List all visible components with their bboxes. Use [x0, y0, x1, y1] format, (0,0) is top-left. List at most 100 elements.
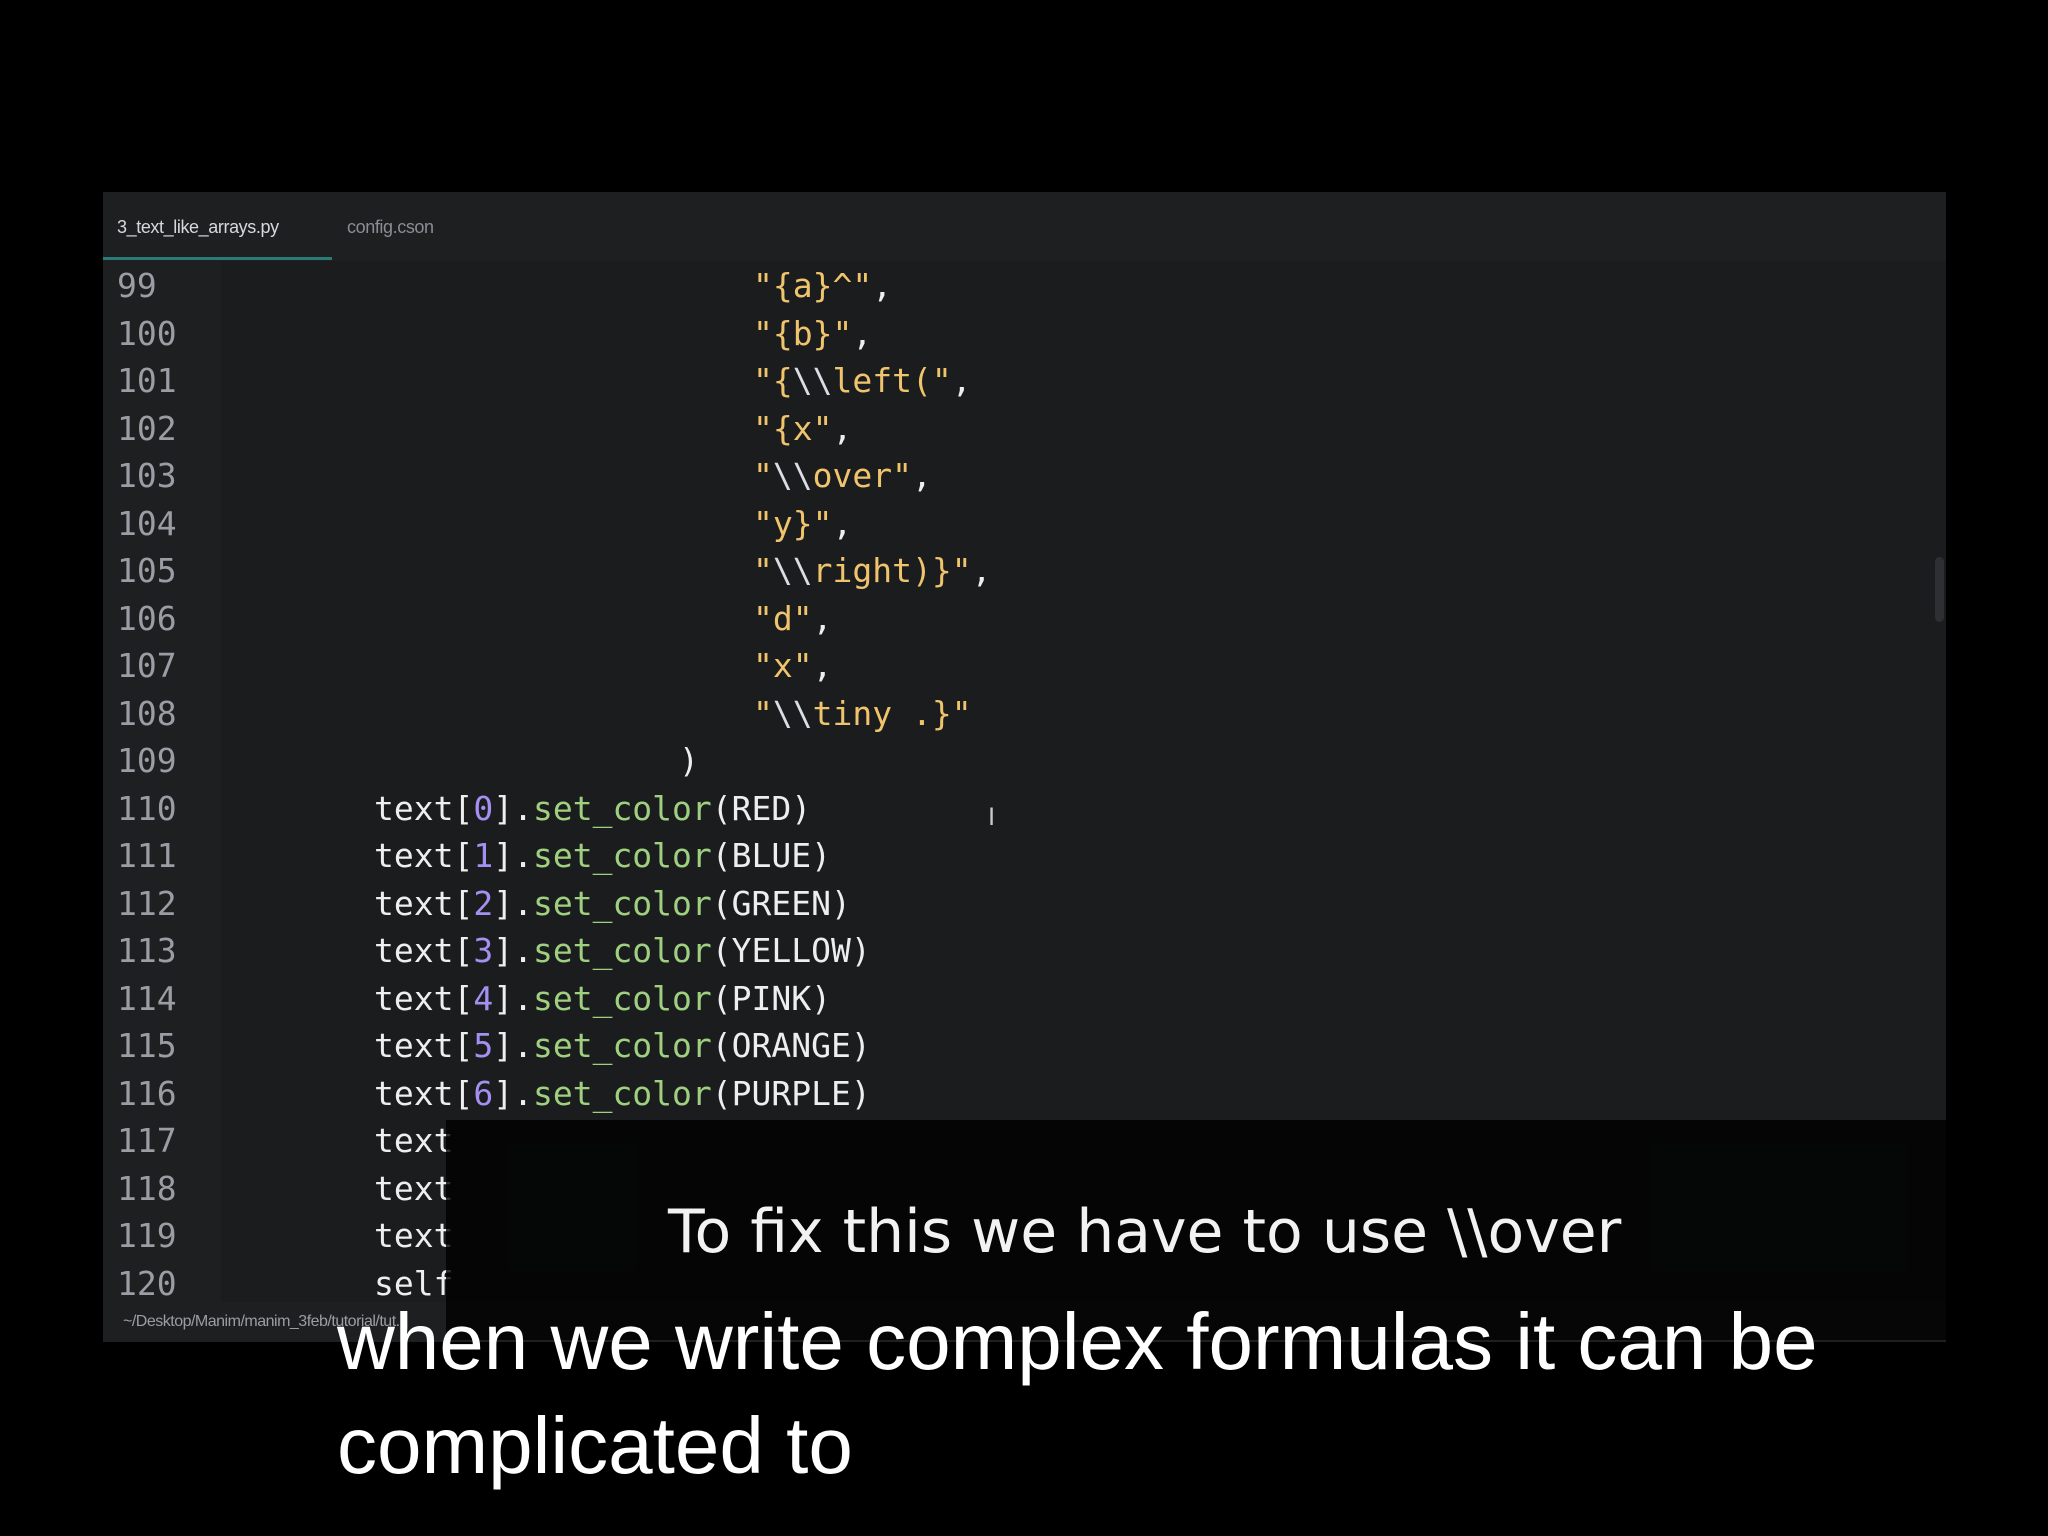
code-token: tiny .}": [812, 693, 972, 733]
code-line[interactable]: 103 "\\over",: [103, 452, 1946, 499]
code-token: set_color: [532, 1073, 712, 1113]
code-token: ].: [493, 931, 533, 970]
code-token: "{b}": [753, 313, 853, 353]
code-token: ].: [493, 978, 533, 1018]
line-number: 115: [117, 1026, 177, 1065]
code-token: set_color: [532, 836, 712, 875]
code-line[interactable]: 108 "\\tiny .}": [103, 690, 1946, 737]
code-token: 0: [473, 788, 494, 828]
line-number: 105: [117, 551, 177, 590]
code-token: ].: [493, 788, 533, 828]
code-line[interactable]: 109): [103, 737, 1946, 784]
code-token: text[: [374, 836, 474, 875]
code-token: text: [374, 1168, 454, 1208]
code-token: 4: [473, 978, 494, 1018]
code-token: "x": [753, 646, 813, 685]
code-text: text[0].set_color(RED): [374, 785, 811, 832]
code-token: ,: [812, 598, 833, 638]
code-token: 5: [473, 1026, 494, 1065]
code-token: ].: [493, 836, 533, 875]
code-token: ,: [852, 313, 873, 353]
code-line[interactable]: 99 "{a}^",: [103, 262, 1946, 309]
code-line[interactable]: 106 "d",: [103, 595, 1946, 642]
code-text: "{x",: [753, 405, 852, 452]
original-subtitle: when we write complex formulas it can be…: [337, 1290, 2037, 1498]
code-line[interactable]: 110 text[0].set_color(RED): [103, 785, 1946, 832]
code-line[interactable]: 101 "{\\left(",: [103, 357, 1946, 404]
tab-text-like-arrays[interactable]: 3_text_like_arrays.py: [117, 192, 279, 261]
code-token: (RED): [711, 788, 812, 828]
code-token: 6: [473, 1073, 494, 1113]
text-cursor-icon: Ⅰ: [988, 803, 996, 831]
code-text: text: [374, 1212, 453, 1259]
line-number: 101: [117, 361, 177, 400]
line-number: 104: [117, 503, 177, 543]
code-token: "{x": [753, 408, 833, 448]
code-token: set_color: [532, 788, 712, 828]
code-text: ): [679, 737, 699, 784]
line-number: 116: [117, 1073, 177, 1113]
code-line[interactable]: 111 text[1].set_color(BLUE): [103, 832, 1946, 879]
code-line[interactable]: 102 "{x",: [103, 405, 1946, 452]
code-text: "\\right)}",: [753, 547, 991, 594]
code-token: text: [374, 1121, 454, 1160]
code-line[interactable]: 115 text[5].set_color(ORANGE): [103, 1022, 1946, 1069]
line-number: 120: [117, 1263, 177, 1303]
code-line[interactable]: 112 text[2].set_color(GREEN): [103, 880, 1946, 927]
line-number: 108: [117, 693, 177, 733]
code-text: "\\tiny .}": [753, 690, 972, 737]
code-token: text: [374, 1216, 454, 1255]
code-line[interactable]: 114 text[4].set_color(PINK): [103, 975, 1946, 1022]
vertical-scrollbar[interactable]: [1935, 557, 1944, 622]
code-line[interactable]: 107 "x",: [103, 642, 1946, 689]
code-token: set_color: [532, 883, 712, 923]
code-text: "\\over",: [753, 452, 932, 499]
code-text: "y}",: [753, 500, 852, 547]
code-token: right)}": [812, 551, 972, 590]
code-token: ].: [493, 1073, 533, 1113]
tab-config-cson[interactable]: config.cson: [347, 192, 434, 261]
code-token: \\: [792, 361, 833, 400]
code-token: text[: [374, 1026, 474, 1065]
translated-subtitle: To fix this we have to use \\over: [668, 1197, 1622, 1267]
code-token: (PINK): [711, 978, 831, 1018]
line-number: 114: [117, 978, 177, 1018]
code-token: ": [753, 693, 773, 733]
line-number: 113: [117, 931, 177, 970]
code-line[interactable]: 116 text[6].set_color(PURPLE): [103, 1070, 1946, 1117]
line-number: 100: [117, 313, 177, 353]
code-token: text[: [374, 883, 474, 923]
line-number: 103: [117, 456, 177, 495]
code-token: (BLUE): [711, 836, 831, 875]
code-token: 3: [473, 931, 494, 970]
code-token: left(": [832, 361, 952, 400]
code-token: ].: [493, 1026, 533, 1065]
line-number: 106: [117, 598, 177, 638]
code-text: text: [374, 1165, 453, 1212]
code-token: ): [679, 741, 699, 780]
line-number: 102: [117, 408, 177, 448]
active-tab-indicator: [103, 257, 332, 260]
code-line[interactable]: 100 "{b}",: [103, 310, 1946, 357]
tab-bar: 3_text_like_arrays.py config.cson: [103, 192, 1946, 261]
code-text: text[6].set_color(PURPLE): [374, 1070, 871, 1117]
code-text: text[1].set_color(BLUE): [374, 832, 831, 879]
code-token: set_color: [532, 978, 712, 1018]
line-number: 107: [117, 646, 177, 685]
code-token: text[: [374, 931, 474, 970]
code-line[interactable]: 113 text[3].set_color(YELLOW): [103, 927, 1946, 974]
code-line[interactable]: 105 "\\right)}",: [103, 547, 1946, 594]
code-token: set_color: [532, 1026, 712, 1065]
code-token: "d": [753, 598, 813, 638]
code-line[interactable]: 104 "y}",: [103, 500, 1946, 547]
code-token: text[: [374, 978, 474, 1018]
code-token: "y}": [753, 503, 833, 543]
code-token: "{: [753, 361, 793, 400]
line-number: 117: [117, 1121, 177, 1160]
code-token: ": [753, 551, 773, 590]
code-token: ,: [812, 646, 833, 685]
code-token: 2: [473, 883, 494, 923]
original-subtitle-line-1: when we write complex formulas it can be: [337, 1297, 1818, 1386]
original-subtitle-line-2: complicated to: [337, 1401, 853, 1490]
code-token: ": [753, 456, 773, 495]
